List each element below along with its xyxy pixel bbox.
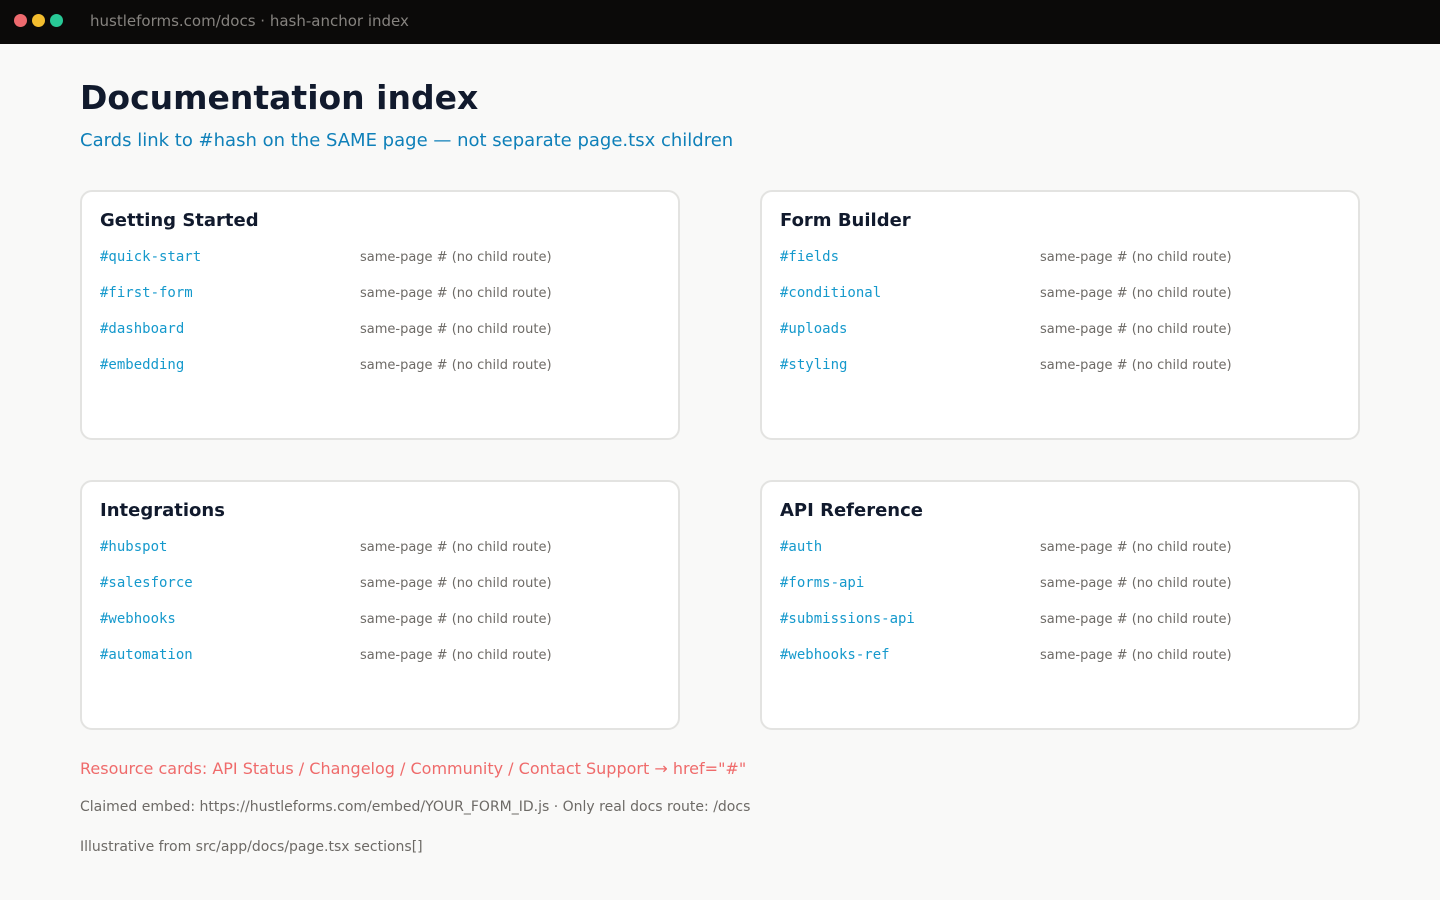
anchor-link[interactable]: #styling <box>780 357 847 373</box>
anchor-link[interactable]: #embedding <box>100 357 184 373</box>
source-note: Illustrative from src/app/docs/page.tsx … <box>80 839 423 855</box>
anchor-note: same-page # (no child route) <box>360 286 552 301</box>
anchor-note: same-page # (no child route) <box>360 576 552 591</box>
section-title: Form Builder <box>780 210 911 231</box>
anchor-note: same-page # (no child route) <box>1040 576 1232 591</box>
anchor-row: #quick-start same-page # (no child route… <box>100 249 660 269</box>
address-bar-url[interactable]: hustleforms.com/docs · hash-anchor index <box>90 12 409 30</box>
anchor-note: same-page # (no child route) <box>360 250 552 265</box>
anchor-note: same-page # (no child route) <box>360 322 552 337</box>
section-title: Getting Started <box>100 210 259 231</box>
anchor-row: #fields same-page # (no child route) <box>780 249 1340 269</box>
anchor-row: #auth same-page # (no child route) <box>780 539 1340 559</box>
anchor-row: #automation same-page # (no child route) <box>100 647 660 667</box>
anchor-note: same-page # (no child route) <box>360 648 552 663</box>
anchor-link[interactable]: #conditional <box>780 285 881 301</box>
anchor-note: same-page # (no child route) <box>1040 286 1232 301</box>
anchor-note: same-page # (no child route) <box>1040 540 1232 555</box>
anchor-link[interactable]: #webhooks <box>100 611 176 627</box>
section-card-form-builder: Form Builder #fields same-page # (no chi… <box>760 190 1360 440</box>
anchor-note: same-page # (no child route) <box>1040 648 1232 663</box>
page-subtitle: Cards link to #hash on the SAME page — n… <box>80 130 734 151</box>
close-window-button[interactable] <box>14 14 27 27</box>
section-title: Integrations <box>100 500 225 521</box>
anchor-row: #webhooks-ref same-page # (no child rout… <box>780 647 1340 667</box>
anchor-row: #uploads same-page # (no child route) <box>780 321 1340 341</box>
anchor-link[interactable]: #salesforce <box>100 575 193 591</box>
anchor-note: same-page # (no child route) <box>1040 250 1232 265</box>
anchor-row: #webhooks same-page # (no child route) <box>100 611 660 631</box>
anchor-row: #forms-api same-page # (no child route) <box>780 575 1340 595</box>
anchor-link[interactable]: #webhooks-ref <box>780 647 890 663</box>
section-title: API Reference <box>780 500 923 521</box>
anchor-row: #salesforce same-page # (no child route) <box>100 575 660 595</box>
section-card-api-reference: API Reference #auth same-page # (no chil… <box>760 480 1360 730</box>
anchor-link[interactable]: #uploads <box>780 321 847 337</box>
anchor-link[interactable]: #hubspot <box>100 539 167 555</box>
anchor-note: same-page # (no child route) <box>360 358 552 373</box>
section-card-getting-started: Getting Started #quick-start same-page #… <box>80 190 680 440</box>
maximize-window-button[interactable] <box>50 14 63 27</box>
anchor-row: #conditional same-page # (no child route… <box>780 285 1340 305</box>
browser-titlebar: hustleforms.com/docs · hash-anchor index <box>0 0 1440 44</box>
section-card-integrations: Integrations #hubspot same-page # (no ch… <box>80 480 680 730</box>
anchor-link[interactable]: #dashboard <box>100 321 184 337</box>
anchor-note: same-page # (no child route) <box>360 612 552 627</box>
anchor-note: same-page # (no child route) <box>1040 358 1232 373</box>
minimize-window-button[interactable] <box>32 14 45 27</box>
anchor-row: #embedding same-page # (no child route) <box>100 357 660 377</box>
resource-cards-note: Resource cards: API Status / Changelog /… <box>80 759 747 778</box>
anchor-link[interactable]: #automation <box>100 647 193 663</box>
anchor-link[interactable]: #auth <box>780 539 822 555</box>
anchor-link[interactable]: #fields <box>780 249 839 265</box>
anchor-row: #first-form same-page # (no child route) <box>100 285 660 305</box>
anchor-row: #submissions-api same-page # (no child r… <box>780 611 1340 631</box>
anchor-row: #styling same-page # (no child route) <box>780 357 1340 377</box>
page-title: Documentation index <box>80 78 479 117</box>
embed-note: Claimed embed: https://hustleforms.com/e… <box>80 799 751 815</box>
anchor-note: same-page # (no child route) <box>1040 612 1232 627</box>
anchor-link[interactable]: #forms-api <box>780 575 864 591</box>
anchor-row: #hubspot same-page # (no child route) <box>100 539 660 559</box>
anchor-link[interactable]: #quick-start <box>100 249 201 265</box>
anchor-note: same-page # (no child route) <box>360 540 552 555</box>
anchor-note: same-page # (no child route) <box>1040 322 1232 337</box>
anchor-link[interactable]: #first-form <box>100 285 193 301</box>
anchor-row: #dashboard same-page # (no child route) <box>100 321 660 341</box>
anchor-link[interactable]: #submissions-api <box>780 611 915 627</box>
